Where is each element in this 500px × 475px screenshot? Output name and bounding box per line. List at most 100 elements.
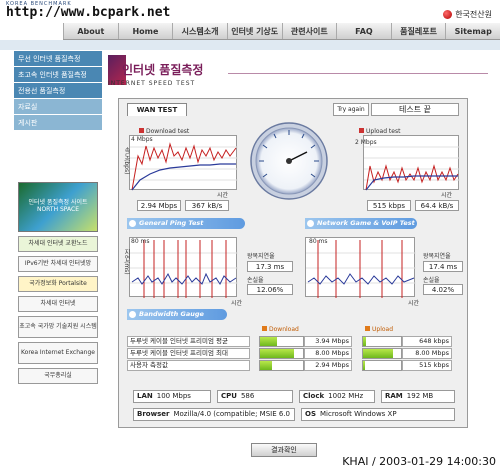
upload-kbs: 64.4 kB/s xyxy=(415,200,459,211)
general-ping-graph xyxy=(129,237,238,298)
upload-axis-x: 시간 xyxy=(441,192,453,199)
upload-bar xyxy=(362,348,402,359)
download-bar-fill xyxy=(260,361,273,370)
bandwidth-download-header: Download xyxy=(262,326,299,333)
ram-label: RAM xyxy=(385,392,403,400)
bandwidth-header: Bandwidth Gauge xyxy=(127,309,227,320)
sidebar-item-archive[interactable]: 자료실 xyxy=(14,99,102,115)
download-kbs: 367 kB/s xyxy=(185,200,229,211)
nav-related-sites[interactable]: 관련사이트 xyxy=(281,23,337,39)
bullet-icon xyxy=(307,220,314,227)
download-bar-fill xyxy=(260,337,277,346)
bullet-icon xyxy=(129,311,136,318)
general-ping-axis-y: 지연(ms) xyxy=(123,249,130,275)
bandwidth-row: 두루넷 케이블 인터넷 프리미엄 평균 3.94 Mbps 648 kbps xyxy=(127,336,452,347)
nav-quality-report[interactable]: 품질레포트 xyxy=(390,23,446,39)
nav-home[interactable]: Home xyxy=(117,23,173,39)
download-value: 3.94 Mbps xyxy=(304,336,352,347)
general-ping-delay-label: 왕복지연율 xyxy=(247,253,275,260)
clock-info: Clock 1002 MHz xyxy=(299,390,375,403)
square-icon xyxy=(359,128,364,133)
general-ping-header: General Ping Test xyxy=(127,218,245,229)
browser-label: Browser xyxy=(137,410,170,418)
os-label: OS xyxy=(305,410,316,418)
title-divider xyxy=(228,73,488,74)
ad-banner-portal[interactable]: 국가정보화 Portalsite xyxy=(18,276,98,292)
upload-bar-fill xyxy=(363,361,366,370)
download-axis-y: 속도(bps) xyxy=(123,147,130,175)
game-ping-delay: 17.4 ms xyxy=(423,261,463,272)
ad-banner-support-system[interactable]: 초고속 국가망 기술지원 시스템 xyxy=(18,316,98,338)
tab-wan-test[interactable]: WAN TEST xyxy=(127,103,187,116)
speedometer-svg xyxy=(250,122,328,200)
upload-graph-svg xyxy=(364,146,460,191)
ad-banner-next-gen[interactable]: 차세대 인터넷 xyxy=(18,296,98,312)
browser-info: Browser Mozilla/4.0 (compatible; MSIE 6.0 xyxy=(133,408,295,421)
sidebar-item-board[interactable]: 게시판 xyxy=(14,115,102,131)
sidebar-item-wireless[interactable]: 무선 인터넷 품질측정 xyxy=(14,51,102,67)
download-scale: 4 Mbps xyxy=(131,136,153,143)
general-ping-loss-label: 손실율 xyxy=(247,277,264,284)
upload-kbps: 515 kbps xyxy=(367,200,411,211)
view-result-button[interactable]: 결과확인 xyxy=(251,443,317,457)
ad-banner-ipv6[interactable]: IPv6기반 차세대 인터넷망 xyxy=(18,256,98,272)
cpu-value: 586 xyxy=(240,392,255,400)
sidebar-item-leased-line[interactable]: 전용선 품질측정 xyxy=(14,83,102,99)
try-again-button[interactable]: Try again xyxy=(333,103,369,116)
capture-timestamp: KHAI / 2003-01-29 14:00:30 xyxy=(342,455,496,468)
download-bar-fill xyxy=(260,349,295,358)
bandwidth-row-label: 사용자 측정값 xyxy=(127,360,250,371)
download-bar xyxy=(259,360,304,371)
ad-banner-pm-office[interactable]: 국무총리실 xyxy=(18,368,98,384)
upload-value: 515 kbps xyxy=(402,360,452,371)
site-url: http://www.bcpark.net xyxy=(6,5,171,20)
browser-value: Mozilla/4.0 (compatible; MSIE 6.0 xyxy=(173,410,290,418)
game-ping-loss: 4.02% xyxy=(423,284,463,295)
game-ping-graph xyxy=(305,237,416,298)
speedometer-gauge xyxy=(249,121,329,201)
ram-info: RAM 192 MB xyxy=(381,390,455,403)
lan-label: LAN xyxy=(137,392,153,400)
bandwidth-row: 두루넷 케이블 인터넷 프리미엄 최대 8.00 Mbps 8.00 Mbps xyxy=(127,348,452,359)
test-status: 테스트 끝 xyxy=(371,103,459,116)
download-test-label: Download test xyxy=(139,128,189,135)
nav-sitemap[interactable]: Sitemap xyxy=(445,23,500,39)
ad-column: 인터넷 품질측정 사이트 NORTH SPACE 차세대 인터넷 교환노드 IP… xyxy=(18,182,98,388)
nav-about[interactable]: About xyxy=(63,23,118,39)
square-icon xyxy=(365,326,370,331)
general-ping-loss: 12.06% xyxy=(247,284,293,295)
top-banner: KOREA BENCHMARK http://www.bcpark.net 한국… xyxy=(0,0,500,22)
nav-faq[interactable]: FAQ xyxy=(336,23,391,39)
download-graph-svg xyxy=(130,142,238,191)
ad-banner-kix[interactable]: Korea Internet Exchange xyxy=(18,342,98,364)
upload-bar xyxy=(362,336,402,347)
game-ping-loss-label: 손실율 xyxy=(423,277,440,284)
clock-label: Clock xyxy=(303,392,325,400)
upload-value: 648 kbps xyxy=(402,336,452,347)
nav-system-intro[interactable]: 시스템소개 xyxy=(172,23,227,39)
sidebar-item-broadband[interactable]: 초고속 인터넷 품질측정 xyxy=(14,67,102,83)
lan-info: LAN 100 Mbps xyxy=(133,390,211,403)
cpu-info: CPU 586 xyxy=(217,390,293,403)
os-value: Microsoft Windows XP xyxy=(320,410,397,418)
general-ping-delay: 17.3 ms xyxy=(247,261,293,272)
nav-internet-weather[interactable]: 인터넷 기상도 xyxy=(226,23,282,39)
org-name: 한국전산원 xyxy=(455,10,492,19)
game-ping-header: Network Game & VoIP Test xyxy=(305,218,417,229)
lan-value: 100 Mbps xyxy=(156,392,191,400)
game-ping-axis-x: 시간 xyxy=(408,300,420,307)
ad-banner-north-space[interactable]: 인터넷 품질측정 사이트 NORTH SPACE xyxy=(18,182,98,232)
upload-graph xyxy=(363,135,460,191)
nav-strip xyxy=(0,40,500,50)
sidebar: 무선 인터넷 품질측정 초고속 인터넷 품질측정 전용선 품질측정 자료실 게시… xyxy=(14,51,102,131)
download-mbps: 2.94 Mbps xyxy=(137,200,181,211)
download-bar xyxy=(259,336,304,347)
upload-scale: 2 Mbps xyxy=(355,139,377,146)
download-graph xyxy=(129,135,238,191)
org-logo[interactable]: 한국전산원 xyxy=(443,9,492,20)
ad-banner-ix-node[interactable]: 차세대 인터넷 교환노드 xyxy=(18,236,98,252)
bandwidth-upload-header: Upload xyxy=(365,326,393,333)
download-value: 8.00 Mbps xyxy=(304,348,352,359)
speed-test-panel: WAN TEST Try again 테스트 끝 Download test 속… xyxy=(118,98,468,428)
system-info-row: Browser Mozilla/4.0 (compatible; MSIE 6.0… xyxy=(133,408,455,421)
